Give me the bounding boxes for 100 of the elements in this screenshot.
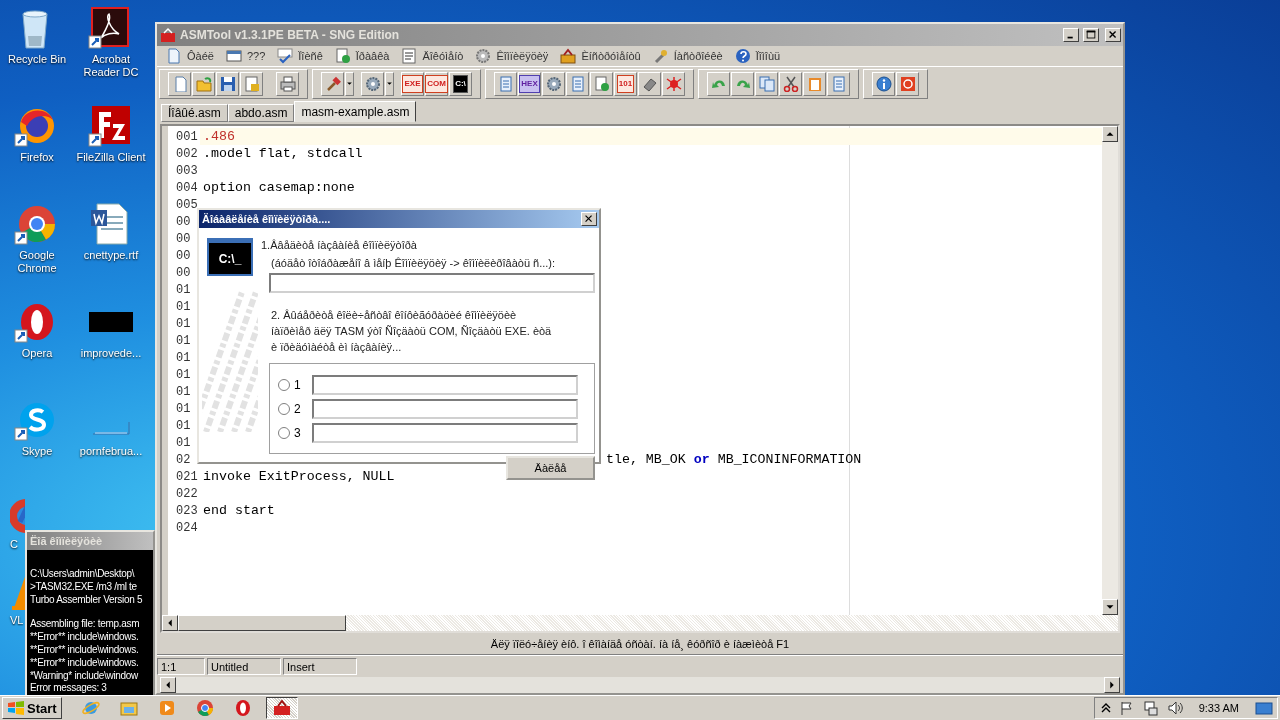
close-icon[interactable] [1105,28,1121,42]
spell-check-icon [277,48,294,64]
radio-label[interactable]: 3 [294,425,308,440]
radio-button[interactable] [278,426,290,439]
horizontal-scrollbar[interactable] [162,615,1118,631]
clipboard-icon [806,75,823,92]
network-icon[interactable] [1142,700,1159,716]
minimize-icon[interactable] [1063,28,1079,42]
line-number: 002 [175,146,199,161]
windows-logo-icon [7,700,25,716]
save-icon [219,75,236,92]
toolbar-button[interactable] [276,71,299,96]
radio-button[interactable] [278,378,290,391]
status-pane: Untitled [207,658,281,675]
menu-item[interactable]: Ïîìîùü [729,47,786,65]
toolbar-button[interactable]: 101 [614,71,637,96]
compiler-name-field[interactable] [269,273,595,293]
desktop-icon-label[interactable]: Google Chrome [0,249,74,275]
code-line: .model flat, stdcall [202,145,364,162]
show-desktop-icon[interactable] [1255,700,1273,716]
dropdown-caret-icon[interactable] [385,71,394,96]
line-number: 02 [175,452,192,467]
toolbar-button[interactable] [240,71,263,96]
config-name-field[interactable] [312,398,578,419]
toolbar-button[interactable] [707,71,730,96]
desktop-icon-label[interactable]: Acrobat Reader DC [74,53,148,79]
toolbar-button[interactable] [779,71,802,96]
toolbar-button[interactable] [638,71,661,96]
scroll-down-icon[interactable] [1102,599,1118,615]
console-output-line: **Error** include\windows. [30,631,140,644]
code-line: end start [202,502,276,519]
toolbar-button[interactable]: EXE [401,71,424,96]
toolbar-button[interactable] [321,71,344,96]
radio-label[interactable]: 1 [294,377,308,392]
file-tab[interactable]: Íîâûé.asm [161,104,228,122]
desktop-icon-label[interactable]: Recycle Bin [7,53,67,66]
dropdown-caret-icon[interactable] [345,71,354,96]
desktop-icon-label[interactable]: FileZilla Client [76,151,146,164]
toolbar-button[interactable]: C:\ [449,71,472,96]
vertical-scrollbar[interactable] [1102,126,1118,615]
close-icon[interactable] [581,212,597,226]
file-tab[interactable]: abdo.asm [227,104,295,122]
horizontal-scrollbar[interactable] [160,677,1120,693]
toolbar-button[interactable] [192,71,215,96]
toolbar-button[interactable] [494,71,517,96]
menu-item[interactable]: Íàñòðîéêè [647,47,728,65]
line-number: 001 [175,129,199,144]
toolbar-button[interactable] [827,71,850,96]
scroll-up-icon[interactable] [1102,126,1118,142]
toolbar-button[interactable] [590,71,613,96]
maximize-icon[interactable] [1083,28,1099,42]
toolbar-button[interactable] [566,71,589,96]
toolbar-button[interactable]: COM [425,71,448,96]
toolbar-button[interactable] [803,71,826,96]
file-tab[interactable]: masm-example.asm [294,101,417,122]
desktop-icon-label[interactable]: Firefox [20,151,54,164]
radio-button[interactable] [278,402,290,415]
menu-item[interactable]: Êîìïèëÿöèÿ [470,47,554,65]
scroll-left-icon[interactable] [162,615,178,631]
toolbar-button[interactable] [216,71,239,96]
toolbar-button[interactable] [542,71,565,96]
toolbar-button[interactable] [168,71,191,96]
info-icon [875,75,892,92]
hint-text: (áóäåò îòîáðàæåíî â ìåíþ Êîìïèëÿöèÿ -> êîìïèëèðîâàòü ñ...): [270,256,557,270]
volume-icon[interactable] [1166,700,1183,716]
toolbar-button[interactable] [731,71,754,96]
toolbar-button[interactable]: HEX [518,71,541,96]
taskbar-button[interactable] [265,697,298,719]
menu-item[interactable]: ??? [220,47,271,65]
toolbar-button[interactable] [872,71,895,96]
console-output-line: **Error** include\windows. [30,656,140,670]
status-pane: Insert [283,658,357,675]
gear-icon [475,48,492,64]
console-output-line: *Warning* include\window [30,669,140,683]
page-icon [497,75,514,92]
scroll-right-icon[interactable] [1104,677,1120,693]
toolbar-button[interactable] [662,71,685,96]
radio-label[interactable]: 2 [294,401,308,416]
start-button[interactable]: Start [2,697,62,719]
toolbar-button[interactable] [755,71,778,96]
toolbar-button[interactable] [896,71,919,96]
next-button[interactable]: Äàëåå [506,456,595,480]
scrollbar-thumb[interactable] [178,615,346,631]
menu-item[interactable]: Ôàéë [161,47,219,65]
toolbar-button[interactable] [361,71,384,96]
flag-icon[interactable] [1118,700,1135,716]
printer-icon [279,75,296,92]
scroll-left-icon[interactable] [160,677,176,693]
config-name-field[interactable] [312,422,578,443]
config-name-field[interactable] [312,374,578,395]
menu-item[interactable]: Ïîèñê [272,47,328,65]
text-page-icon [401,48,418,64]
menu-item[interactable]: Äîêóìåíò [396,47,469,65]
dialog-title: Äîáàâëåíèå êîìïèëÿòîðà.... [202,213,332,225]
wrench-icon [652,48,669,64]
menu-item[interactable]: Èíñòðóìåíòû [555,47,646,65]
desktop-icon-label[interactable]: cnettype.rtf [83,249,139,262]
menu-item[interactable]: Ïðàâêà [329,47,395,65]
clock[interactable]: 9:33 AM [1198,702,1239,714]
line-number: 021 [175,469,199,484]
